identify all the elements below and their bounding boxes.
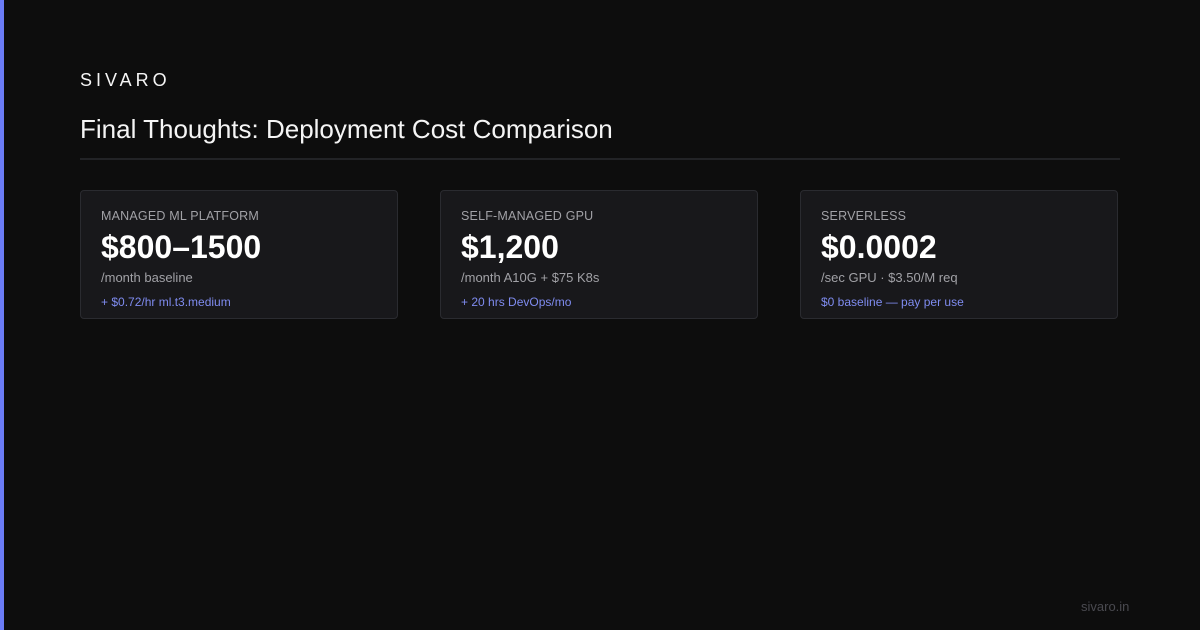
card-value: $0.0002 <box>821 229 937 265</box>
card-label: SERVERLESS <box>821 209 907 223</box>
page-title: Final Thoughts: Deployment Cost Comparis… <box>80 114 613 144</box>
card-value: $1,200 <box>461 229 559 265</box>
card-self-managed-gpu: SELF-MANAGED GPU $1,200 /month A10G + $7… <box>440 190 758 319</box>
card-note: + 20 hrs DevOps/mo <box>461 295 572 309</box>
card-label: MANAGED ML PLATFORM <box>101 209 259 223</box>
footer-url: sivaro.in <box>1081 599 1130 614</box>
card-serverless: SERVERLESS $0.0002 /sec GPU · $3.50/M re… <box>800 190 1118 319</box>
card-note: $0 baseline — pay per use <box>821 295 964 309</box>
card-note: + $0.72/hr ml.t3.medium <box>101 295 231 309</box>
card-subtext: /month A10G + $75 K8s <box>461 270 600 285</box>
card-label: SELF-MANAGED GPU <box>461 209 594 223</box>
card-managed-ml-platform: MANAGED ML PLATFORM $800–1500 /month bas… <box>80 190 398 319</box>
brand-logo: SIVARO <box>80 70 171 90</box>
title-divider <box>80 158 1120 160</box>
card-subtext: /month baseline <box>101 270 193 285</box>
accent-bar <box>0 0 4 630</box>
card-subtext: /sec GPU · $3.50/M req <box>821 270 958 285</box>
cost-cards: MANAGED ML PLATFORM $800–1500 /month bas… <box>80 190 1120 321</box>
card-value: $800–1500 <box>101 229 262 265</box>
